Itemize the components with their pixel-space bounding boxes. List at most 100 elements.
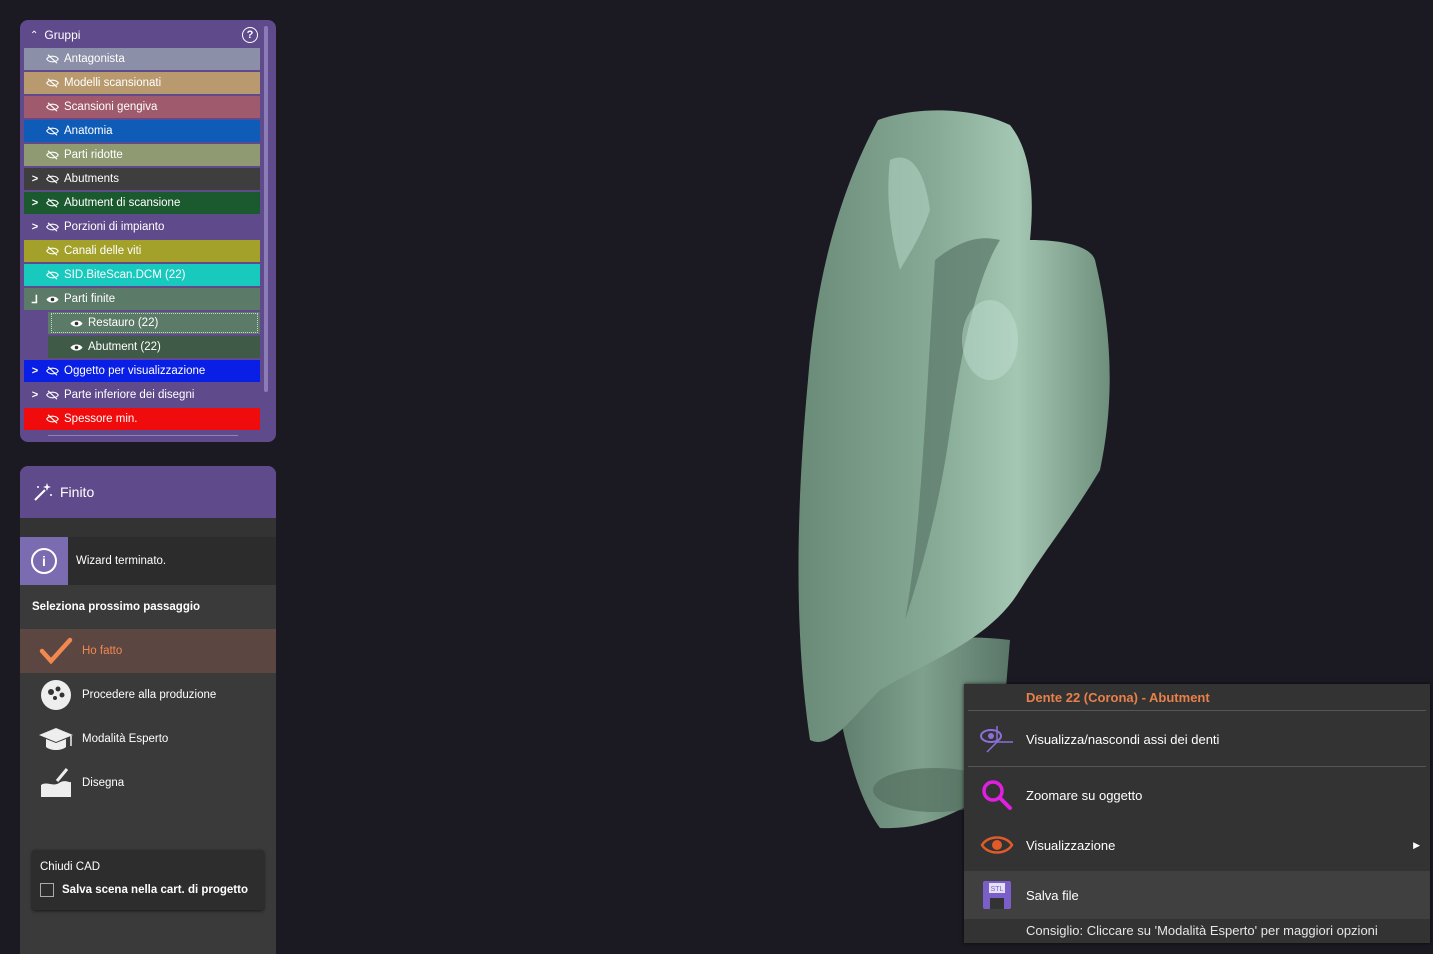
- menu-item-label: Visualizza/nascondi assi dei denti: [1026, 731, 1220, 747]
- group-row[interactable]: > Oggetto per visualizzazione: [24, 360, 260, 382]
- info-icon: i: [20, 537, 68, 585]
- group-row[interactable]: > Abutment di scansione: [24, 192, 260, 214]
- menu-item-toggle-axes[interactable]: Visualizza/nascondi assi dei denti: [964, 715, 1430, 763]
- group-label: SID.BiteScan.DCM (22): [64, 269, 186, 281]
- selection-box: [51, 313, 258, 333]
- magic-wand-icon: [34, 483, 52, 501]
- group-row[interactable]: Canali delle viti: [24, 240, 260, 262]
- group-label: Porzioni di impianto: [64, 221, 165, 233]
- expand-chevron-icon[interactable]: ⅃: [24, 293, 46, 306]
- step-modalita-esperto[interactable]: Modalità Esperto: [20, 717, 276, 761]
- step-label: Ho fatto: [82, 645, 123, 657]
- group-label: Abutment di scansione: [64, 197, 181, 209]
- eye-icon[interactable]: [46, 295, 62, 304]
- eye-hidden-icon[interactable]: [46, 366, 62, 376]
- stl-save-icon: STL: [968, 879, 1026, 911]
- groups-list: Antagonista Modelli scansionati Scansioni …: [24, 48, 260, 432]
- step-procedere-produzione[interactable]: Procedere alla produzione: [20, 673, 276, 717]
- groups-title: Gruppi: [44, 28, 81, 42]
- group-row[interactable]: Abutment (22): [48, 336, 260, 358]
- group-label: Scansioni gengiva: [64, 101, 158, 113]
- group-label: Parti ridotte: [64, 149, 123, 161]
- group-label: Abutments: [64, 173, 119, 185]
- wizard-title: Finito: [60, 484, 95, 500]
- group-label: Abutment (22): [88, 341, 161, 353]
- info-text: Wizard terminato.: [76, 555, 167, 567]
- production-icon: [36, 677, 76, 713]
- group-row[interactable]: ⅃ Parti finite: [24, 288, 260, 310]
- menu-item-visualizzazione[interactable]: Visualizzazione ▶: [964, 821, 1430, 869]
- expand-chevron-icon[interactable]: >: [24, 221, 46, 233]
- eye-icon[interactable]: [70, 343, 86, 352]
- group-row[interactable]: > Porzioni di impianto: [24, 216, 260, 238]
- group-row[interactable]: Modelli scansionati: [24, 72, 260, 94]
- eye-hidden-icon[interactable]: [46, 174, 62, 184]
- eye-hidden-icon[interactable]: [46, 222, 62, 232]
- group-row[interactable]: Restauro (22): [48, 312, 260, 334]
- eye-hidden-icon[interactable]: [46, 126, 62, 136]
- close-cad-title[interactable]: Chiudi CAD: [40, 861, 100, 873]
- eye-hidden-icon[interactable]: [46, 246, 62, 256]
- groups-header[interactable]: ⌃ Gruppi: [20, 20, 276, 50]
- chevron-up-icon: ⌃: [30, 29, 39, 41]
- magnifier-icon: [968, 779, 1026, 811]
- group-label: Modelli scansionati: [64, 77, 162, 89]
- save-scene-label: Salva scena nella cart. di progetto: [62, 884, 248, 896]
- spacer: [20, 518, 276, 537]
- checkbox[interactable]: [40, 883, 54, 897]
- eye-hidden-icon[interactable]: [46, 78, 62, 88]
- help-icon[interactable]: ?: [242, 27, 258, 43]
- close-cad-box: Chiudi CAD Salva scena nella cart. di pr…: [32, 850, 264, 910]
- select-next-step-title: Seleziona prossimo passaggio: [20, 585, 276, 629]
- eye-hidden-icon[interactable]: [46, 270, 62, 280]
- eye-hidden-icon[interactable]: [46, 150, 62, 160]
- group-label: Parti finite: [64, 293, 116, 305]
- draw-icon: [36, 765, 76, 801]
- eye-hidden-icon[interactable]: [46, 390, 62, 400]
- wizard-panel: Finito i Wizard terminato. Seleziona pro…: [20, 466, 276, 954]
- menu-item-label: Visualizzazione: [1026, 837, 1116, 853]
- step-label: Disegna: [82, 777, 125, 789]
- group-row[interactable]: Antagonista: [24, 48, 260, 70]
- group-label: Spessore min.: [64, 413, 138, 425]
- group-label: Canali delle viti: [64, 245, 142, 257]
- menu-item-save-file[interactable]: STL Salva file: [964, 871, 1430, 919]
- svg-text:STL: STL: [991, 886, 1004, 893]
- step-disegna[interactable]: Disegna: [20, 761, 276, 805]
- submenu-arrow-icon: ▶: [1413, 839, 1420, 850]
- eye-hidden-icon[interactable]: [46, 414, 62, 424]
- expand-chevron-icon[interactable]: >: [24, 365, 46, 377]
- info-message: i Wizard terminato.: [20, 537, 276, 585]
- menu-separator: [968, 766, 1426, 767]
- group-row[interactable]: > Parte inferiore dei disegni: [24, 384, 260, 406]
- context-menu-title: Dente 22 (Corona) - Abutment: [1026, 690, 1210, 705]
- menu-item-zoom-object[interactable]: Zoomare su oggetto: [964, 771, 1430, 819]
- eye-hidden-icon[interactable]: [46, 54, 62, 64]
- groups-scrollbar[interactable]: [264, 26, 268, 392]
- menu-separator: [968, 710, 1426, 711]
- save-scene-checkbox[interactable]: Salva scena nella cart. di progetto: [40, 883, 248, 897]
- divider: [48, 435, 238, 436]
- step-label: Modalità Esperto: [82, 733, 169, 745]
- eye-hidden-icon[interactable]: [46, 102, 62, 112]
- group-label: Parte inferiore dei disegni: [64, 389, 195, 401]
- expand-chevron-icon[interactable]: >: [24, 389, 46, 401]
- groups-panel: ⌃ Gruppi ? Antagonista Modelli scansionat…: [20, 20, 276, 442]
- group-row[interactable]: Parti ridotte: [24, 144, 260, 166]
- group-label: Antagonista: [64, 53, 125, 65]
- expand-chevron-icon[interactable]: >: [24, 197, 46, 209]
- tip-text: Consiglio: Cliccare su 'Modalità Esperto…: [1026, 923, 1378, 938]
- group-row[interactable]: SID.BiteScan.DCM (22): [24, 264, 260, 286]
- group-row[interactable]: > Abutments: [24, 168, 260, 190]
- context-menu: Dente 22 (Corona) - Abutment Visualizza/…: [964, 684, 1430, 943]
- group-row[interactable]: Scansioni gengiva: [24, 96, 260, 118]
- step-ho-fatto[interactable]: Ho fatto: [20, 629, 276, 673]
- menu-item-label: Salva file: [1026, 887, 1079, 903]
- eye-hidden-icon[interactable]: [46, 198, 62, 208]
- graduation-cap-icon: [36, 721, 76, 757]
- wizard-header: Finito: [20, 466, 276, 518]
- group-label: Oggetto per visualizzazione: [64, 365, 206, 377]
- expand-chevron-icon[interactable]: >: [24, 173, 46, 185]
- group-row[interactable]: Spessore min.: [24, 408, 260, 430]
- group-row[interactable]: Anatomia: [24, 120, 260, 142]
